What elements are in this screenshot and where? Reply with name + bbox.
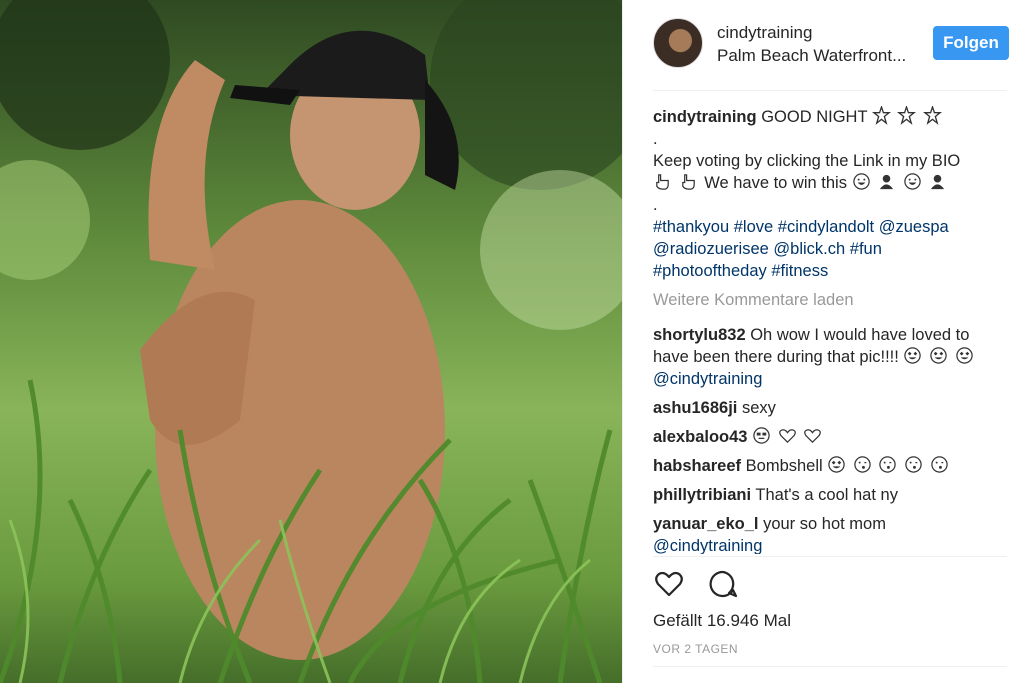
hashtag-link[interactable]: #photooftheday <box>653 262 767 280</box>
caption-line5: . <box>653 196 658 214</box>
person-icon <box>879 174 894 190</box>
load-more-comments-link[interactable]: Weitere Kommentare laden <box>653 289 989 311</box>
caption-username[interactable]: cindytraining <box>653 108 757 126</box>
comment-item: habshareef Bombshell <box>653 455 989 477</box>
sparkle-icons <box>871 106 944 126</box>
actions-divider <box>653 556 1007 557</box>
comment-text: your so hot mom <box>763 515 886 533</box>
bottom-divider <box>653 666 1007 667</box>
hashtag-link[interactable]: #fun <box>850 240 882 258</box>
sparkle-icon <box>897 106 917 125</box>
post-photo[interactable] <box>0 0 622 683</box>
comment-username[interactable]: shortylu832 <box>653 326 746 344</box>
mention-link[interactable]: @radiozuerisee <box>653 240 769 258</box>
comment-text: sexy <box>741 399 776 417</box>
kissing-face-icon <box>854 456 871 473</box>
heart-eyes-icon <box>828 456 845 473</box>
hashtag-link[interactable]: #thankyou <box>653 218 729 236</box>
comment-item: phillytribiani That's a cool hat ny <box>653 484 989 506</box>
caption: cindytraining GOOD NIGHT . Keep voting b… <box>653 106 989 282</box>
comment-item: ashu1686ji sexy <box>653 397 989 419</box>
comment-mention[interactable]: @cindytraining <box>653 368 989 390</box>
hashtag-link[interactable]: #love <box>734 218 773 236</box>
post-location[interactable]: Palm Beach Waterfront... <box>717 46 927 66</box>
comments-list[interactable]: cindytraining GOOD NIGHT . Keep voting b… <box>653 106 989 554</box>
caption-line2: . <box>653 130 658 148</box>
post-timestamp[interactable]: VOR 2 TAGEN <box>653 642 738 656</box>
grinning-face-icon <box>852 173 870 190</box>
caption-hashtags: #thankyou #love #cindylandolt @zuespa @r… <box>653 216 989 282</box>
follow-button[interactable]: Folgen <box>933 26 1009 60</box>
comment-username[interactable]: yanuar_eko_l <box>653 515 758 533</box>
kissing-face-icon <box>930 456 948 473</box>
person-icon <box>931 174 945 190</box>
likes-count[interactable]: Gefällt 16.946 Mal <box>653 611 791 631</box>
caption-line4-row: We have to win this <box>653 172 989 194</box>
comment-text: That's a cool hat ny <box>755 486 898 504</box>
sparkle-icon <box>923 106 943 125</box>
heart-icon[interactable] <box>653 568 685 600</box>
sparkle-icon <box>871 106 891 125</box>
face-icon <box>753 427 770 444</box>
kissing-face-icon <box>905 456 922 473</box>
kissing-face-icon <box>879 456 897 473</box>
comment-username[interactable]: habshareef <box>653 457 741 475</box>
heart-eyes-icon <box>930 347 947 364</box>
comment-username[interactable]: ashu1686ji <box>653 399 737 417</box>
comment-username[interactable]: alexbaloo43 <box>653 428 747 446</box>
caption-line3: Keep voting by clicking the Link in my B… <box>653 152 961 170</box>
heart-eyes-icon <box>904 347 922 364</box>
header-divider <box>653 90 1007 91</box>
author-username[interactable]: cindytraining <box>717 23 812 43</box>
comment-text: Bombshell <box>745 457 823 475</box>
pointing-hand-icon <box>681 174 695 190</box>
heart-outline-icon <box>804 429 822 444</box>
hashtag-link[interactable]: #fitness <box>771 262 828 280</box>
photo-illustration <box>0 0 622 683</box>
heart-eyes-icon <box>955 347 973 364</box>
grinning-face-icon <box>904 173 921 190</box>
caption-line1: GOOD NIGHT <box>761 108 868 126</box>
comment-item: shortylu832 Oh wow I would have loved to… <box>653 324 989 390</box>
hashtag-link[interactable]: #cindylandolt <box>778 218 874 236</box>
post-side-panel: cindytraining Palm Beach Waterfront... F… <box>622 0 1024 683</box>
comment-item: alexbaloo43 <box>653 426 989 448</box>
caption-line4: We have to win this <box>704 174 847 192</box>
author-avatar[interactable] <box>653 18 703 68</box>
comment-mention[interactable]: @cindytraining <box>653 535 989 554</box>
post-header: cindytraining Palm Beach Waterfront... F… <box>653 18 1009 74</box>
comment-username[interactable]: phillytribiani <box>653 486 751 504</box>
comment-bubble-icon[interactable] <box>707 568 739 600</box>
post-actions <box>653 568 757 602</box>
mention-link[interactable]: @zuespa <box>879 218 949 236</box>
mention-link[interactable]: @blick.ch <box>773 240 845 258</box>
pointing-hand-icon <box>656 174 669 190</box>
heart-outline-icon <box>778 429 796 444</box>
comment-item: yanuar_eko_l your so hot mom @cindytrain… <box>653 513 989 554</box>
